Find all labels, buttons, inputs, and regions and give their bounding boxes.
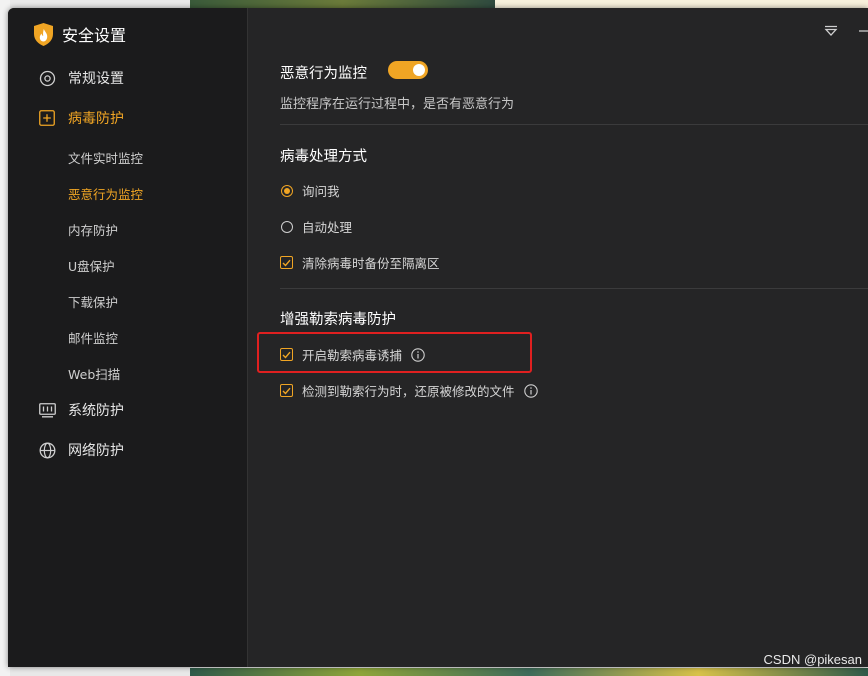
shield-flame-logo-icon xyxy=(34,22,53,46)
section-divider xyxy=(280,288,868,289)
background-panel-top xyxy=(495,0,868,8)
sidebar-subitem-download-protection[interactable]: 下载保护 xyxy=(68,292,118,311)
checkbox-restore-files[interactable]: 检测到勒索行为时，还原被修改的文件 xyxy=(280,381,538,400)
radio-ask-me[interactable]: 询问我 xyxy=(281,181,340,200)
settings-window: 安全设置 常规设置 病毒防护 文件实时监控 恶意行为监控 内存防护 U盘保护 下… xyxy=(8,8,868,667)
option-label: 自动处理 xyxy=(302,220,353,235)
background-photo-bottom xyxy=(190,668,868,676)
sidebar: 安全设置 常规设置 病毒防护 文件实时监控 恶意行为监控 内存防护 U盘保护 下… xyxy=(8,8,248,667)
sidebar-subitem-mail-monitor[interactable]: 邮件监控 xyxy=(68,328,118,347)
sidebar-item-label: 病毒防护 xyxy=(68,111,124,127)
gear-icon xyxy=(38,69,56,87)
app-title-bar: 安全设置 xyxy=(34,22,126,46)
red-highlight-annotation xyxy=(257,332,532,373)
minimize-icon xyxy=(859,30,868,32)
minimize-button[interactable] xyxy=(856,24,868,38)
checkbox[interactable] xyxy=(280,384,293,397)
toggle-knob xyxy=(413,64,425,76)
monitor-toggle[interactable] xyxy=(388,61,428,79)
sidebar-subitem-usb-protection[interactable]: U盘保护 xyxy=(68,256,115,275)
ransomware-title: 增强勒索病毒防护 xyxy=(280,312,396,328)
sidebar-subitem-file-monitor[interactable]: 文件实时监控 xyxy=(68,148,143,167)
sidebar-item-label: 系统防护 xyxy=(68,403,124,419)
option-label: 询问我 xyxy=(302,184,340,199)
app-title: 安全设置 xyxy=(62,26,127,45)
skin-menu-button[interactable] xyxy=(822,24,840,38)
sidebar-item-general-settings[interactable]: 常规设置 xyxy=(38,68,124,88)
sidebar-subitem-malicious-behavior-monitor[interactable]: 恶意行为监控 xyxy=(68,184,143,203)
system-monitor-icon xyxy=(38,401,56,419)
sidebar-item-label: 常规设置 xyxy=(68,71,124,87)
sidebar-subitem-memory-protection[interactable]: 内存防护 xyxy=(68,220,118,239)
plus-square-icon xyxy=(38,109,56,127)
section-divider xyxy=(280,124,868,125)
checkmark-icon xyxy=(282,387,291,395)
checkbox[interactable] xyxy=(280,256,293,269)
radio-button[interactable] xyxy=(281,220,293,233)
checkmark-icon xyxy=(282,259,291,267)
sidebar-item-virus-protection[interactable]: 病毒防护 xyxy=(38,108,124,128)
option-label: 清除病毒时备份至隔离区 xyxy=(302,256,440,271)
sidebar-item-system-protection[interactable]: 系统防护 xyxy=(38,400,124,420)
checkbox-backup-quarantine[interactable]: 清除病毒时备份至隔离区 xyxy=(280,253,440,272)
radio-auto-handle[interactable]: 自动处理 xyxy=(281,217,352,236)
monitor-title: 恶意行为监控 xyxy=(280,66,367,82)
sidebar-item-label: 网络防护 xyxy=(68,443,124,459)
info-icon[interactable] xyxy=(523,383,538,398)
background-photo-top xyxy=(190,0,495,8)
globe-icon xyxy=(38,441,56,459)
dropdown-triangle-icon xyxy=(824,25,838,36)
sidebar-item-network-protection[interactable]: 网络防护 xyxy=(38,440,124,460)
sidebar-subitem-web-scan[interactable]: Web扫描 xyxy=(68,364,120,383)
option-label: 检测到勒索行为时，还原被修改的文件 xyxy=(302,384,515,399)
monitor-description: 监控程序在运行过程中，是否有恶意行为 xyxy=(280,97,515,112)
radio-button[interactable] xyxy=(281,184,293,197)
watermark-text: CSDN @pikesan xyxy=(763,652,862,667)
virus-handling-title: 病毒处理方式 xyxy=(280,149,367,165)
